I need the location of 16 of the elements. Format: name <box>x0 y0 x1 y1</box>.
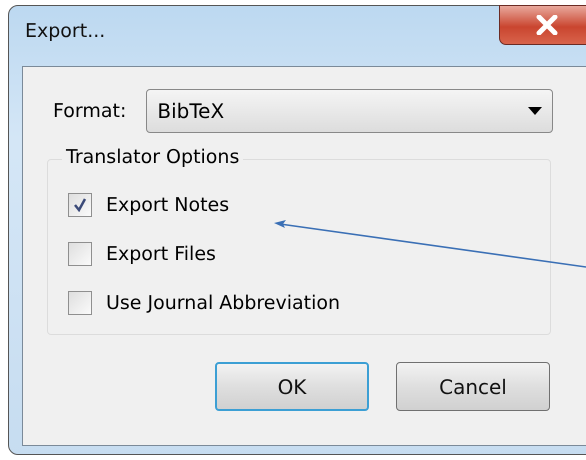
format-dropdown[interactable]: BibTeX <box>146 89 553 133</box>
checkbox[interactable] <box>68 193 92 217</box>
checkbox-label: Export Notes <box>106 194 230 216</box>
group-title: Translator Options <box>62 146 244 168</box>
dialog-button[interactable]: OK <box>215 362 369 411</box>
checkbox[interactable] <box>68 242 92 266</box>
dialog-button[interactable]: Cancel <box>396 362 550 411</box>
close-icon <box>536 15 558 35</box>
dropdown-arrow-icon <box>528 107 542 115</box>
close-button[interactable] <box>499 5 586 45</box>
format-label: Format: <box>53 100 126 122</box>
checkbox-label: Export Files <box>106 243 216 265</box>
checkmark-icon <box>73 198 87 212</box>
window-title: Export... <box>25 20 106 42</box>
checkbox-label: Use Journal Abbreviation <box>106 292 340 314</box>
checkbox[interactable] <box>68 291 92 315</box>
